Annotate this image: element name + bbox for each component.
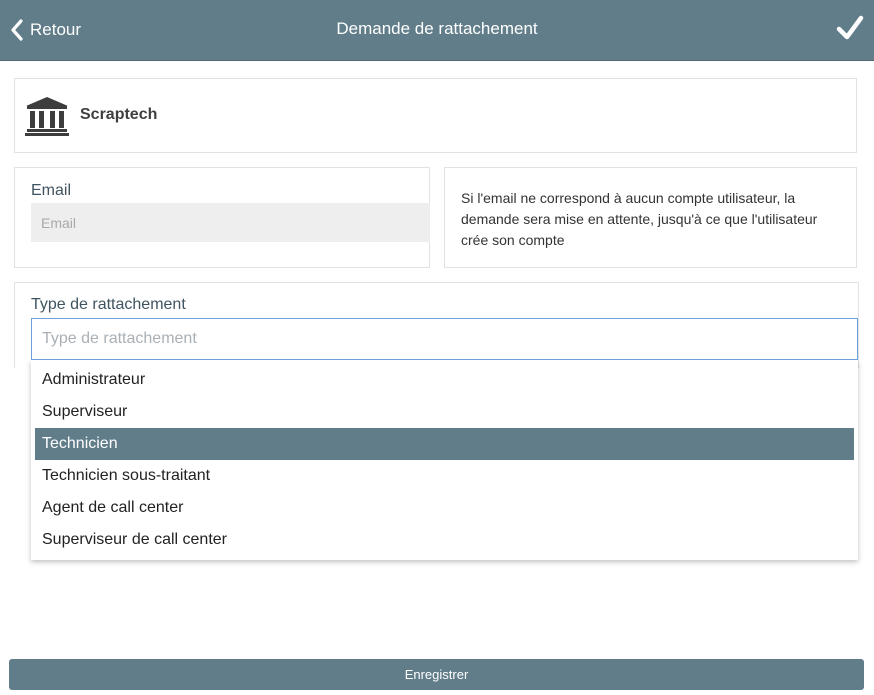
page-title: Demande de rattachement: [336, 19, 538, 38]
attachment-type-input[interactable]: [31, 318, 858, 360]
option-administrateur[interactable]: Administrateur: [35, 364, 854, 396]
email-card: Email: [14, 167, 430, 268]
option-superviseur[interactable]: Superviseur: [35, 396, 854, 428]
organization-name: Scraptech: [80, 106, 158, 123]
save-button[interactable]: Enregistrer: [9, 659, 864, 690]
option-technicien[interactable]: Technicien: [35, 428, 854, 460]
option-superviseur-call-center[interactable]: Superviseur de call center: [35, 524, 854, 556]
info-card: Si l'email ne correspond à aucun compte …: [444, 167, 857, 268]
organization-card: Scraptech: [14, 78, 857, 153]
attachment-type-dropdown: Administrateur Superviseur Technicien Te…: [31, 360, 858, 560]
confirm-button[interactable]: [836, 14, 864, 47]
bank-building-icon: [25, 97, 69, 136]
checkmark-icon: [836, 15, 864, 40]
option-agent-call-center[interactable]: Agent de call center: [35, 492, 854, 524]
app-header: Retour Demande de rattachement: [0, 0, 874, 61]
option-technicien-sous-traitant[interactable]: Technicien sous-traitant: [35, 460, 854, 492]
attachment-type-label: Type de rattachement: [31, 296, 186, 313]
info-text: Si l'email ne correspond à aucun compte …: [461, 190, 818, 248]
email-label: Email: [31, 182, 72, 199]
email-input[interactable]: [31, 203, 430, 242]
